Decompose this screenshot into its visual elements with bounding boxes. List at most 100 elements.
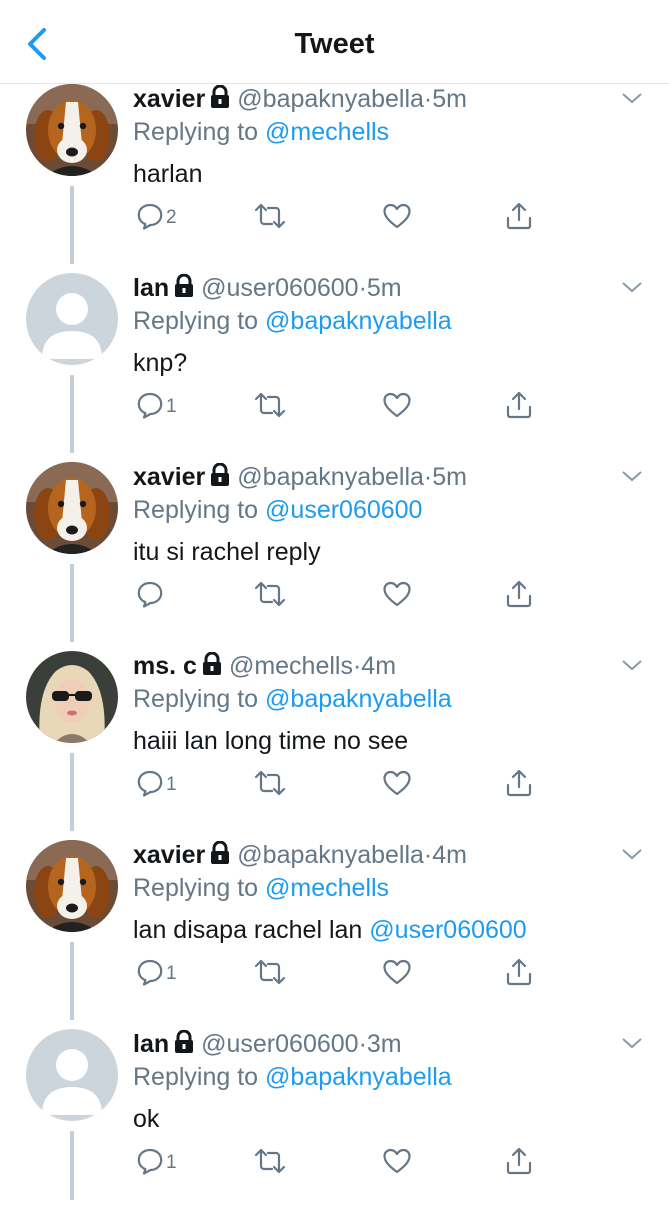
- heart-icon: [382, 1147, 412, 1180]
- tweet-header: xavier @bapaknyabella·5m: [133, 462, 467, 494]
- user-handle[interactable]: @mechells: [229, 652, 353, 680]
- tweet[interactable]: lan @user060600·5m Replying to @bapaknyab…: [0, 273, 669, 463]
- retweet-button[interactable]: [253, 580, 287, 612]
- tweet-text: harlan: [133, 159, 203, 189]
- tweet-text: haiii lan long time no see: [133, 726, 408, 756]
- user-handle[interactable]: @bapaknyabella: [237, 463, 424, 491]
- reply-icon: [136, 769, 164, 802]
- tweet[interactable]: ms. c @mechells·4m Replying to @bapaknyab…: [0, 651, 669, 841]
- replying-to-mention[interactable]: @mechells: [265, 874, 389, 902]
- chevron-down-icon[interactable]: [620, 468, 644, 484]
- display-name[interactable]: lan: [133, 1030, 169, 1058]
- heart-icon: [382, 202, 412, 235]
- display-name[interactable]: xavier: [133, 85, 205, 113]
- reply-button[interactable]: 1: [136, 391, 177, 423]
- share-button[interactable]: [505, 1147, 533, 1179]
- reply-button[interactable]: 1: [136, 958, 177, 990]
- timestamp[interactable]: 5m: [432, 85, 467, 113]
- page-title: Tweet: [294, 28, 375, 60]
- retweet-icon: [253, 391, 287, 424]
- replying-to-mention[interactable]: @bapaknyabella: [265, 685, 452, 713]
- timestamp[interactable]: 5m: [367, 274, 402, 302]
- share-icon: [505, 768, 533, 803]
- avatar[interactable]: [26, 273, 118, 365]
- avatar[interactable]: [26, 1029, 118, 1121]
- user-handle[interactable]: @bapaknyabella: [237, 85, 424, 113]
- tweet-text: itu si rachel reply: [133, 537, 321, 567]
- like-button[interactable]: [382, 580, 412, 612]
- share-button[interactable]: [505, 391, 533, 423]
- tweet[interactable]: lan @user060600·3m Replying to @bapaknyab…: [0, 1029, 669, 1219]
- replying-to-mention[interactable]: @bapaknyabella: [265, 307, 452, 335]
- like-button[interactable]: [382, 391, 412, 423]
- display-name[interactable]: lan: [133, 274, 169, 302]
- chevron-down-icon[interactable]: [620, 1035, 644, 1051]
- share-button[interactable]: [505, 769, 533, 801]
- user-handle[interactable]: @user060600: [201, 1030, 358, 1058]
- user-handle[interactable]: @user060600: [201, 274, 358, 302]
- lock-icon: [201, 651, 223, 683]
- share-button[interactable]: [505, 580, 533, 612]
- reply-count: 1: [166, 396, 177, 417]
- reply-button[interactable]: 1: [136, 769, 177, 801]
- separator-dot: ·: [423, 841, 433, 869]
- replying-to-line: Replying to @mechells: [133, 117, 389, 147]
- retweet-button[interactable]: [253, 1147, 287, 1179]
- avatar[interactable]: [26, 462, 118, 554]
- reply-button[interactable]: [136, 580, 166, 612]
- avatar[interactable]: [26, 84, 118, 176]
- display-name[interactable]: ms. c: [133, 652, 197, 680]
- display-name[interactable]: xavier: [133, 841, 205, 869]
- retweet-button[interactable]: [253, 958, 287, 990]
- retweet-button[interactable]: [253, 391, 287, 423]
- replying-to-mention[interactable]: @user060600: [265, 496, 422, 524]
- chevron-down-icon[interactable]: [620, 846, 644, 862]
- reply-icon: [136, 202, 164, 235]
- tweet-text-content: knp?: [133, 349, 188, 377]
- tweet[interactable]: xavier @bapaknyabella·4m Replying to @mec…: [0, 840, 669, 1030]
- replying-to-mention[interactable]: @bapaknyabella: [265, 1063, 452, 1091]
- user-handle[interactable]: @bapaknyabella: [237, 841, 424, 869]
- display-name[interactable]: xavier: [133, 463, 205, 491]
- replying-to-line: Replying to @bapaknyabella: [133, 1062, 452, 1092]
- chevron-down-icon[interactable]: [620, 657, 644, 673]
- like-button[interactable]: [382, 958, 412, 990]
- reply-count: 2: [166, 207, 177, 228]
- replying-to-mention[interactable]: @mechells: [265, 118, 389, 146]
- timestamp[interactable]: 5m: [432, 463, 467, 491]
- reply-button[interactable]: 1: [136, 1147, 177, 1179]
- tweet-header: lan @user060600·3m: [133, 1029, 402, 1061]
- like-button[interactable]: [382, 1147, 412, 1179]
- tweet-header: ms. c @mechells·4m: [133, 651, 396, 683]
- avatar[interactable]: [26, 840, 118, 932]
- replying-to-line: Replying to @bapaknyabella: [133, 306, 452, 336]
- avatar[interactable]: [26, 651, 118, 743]
- retweet-icon: [253, 769, 287, 802]
- heart-icon: [382, 580, 412, 613]
- retweet-button[interactable]: [253, 769, 287, 801]
- heart-icon: [382, 391, 412, 424]
- chevron-down-icon[interactable]: [620, 90, 644, 106]
- reply-button[interactable]: 2: [136, 202, 177, 234]
- tweet[interactable]: xavier @bapaknyabella·5m Replying to @use…: [0, 462, 669, 652]
- tweet-text-content: haiii lan long time no see: [133, 727, 409, 755]
- timestamp[interactable]: 4m: [432, 841, 467, 869]
- replying-to-label: Replying to: [133, 685, 266, 713]
- share-button[interactable]: [505, 202, 533, 234]
- tweet-text-content: itu si rachel reply: [133, 538, 321, 566]
- timestamp[interactable]: 3m: [367, 1030, 402, 1058]
- tweet-header: lan @user060600·5m: [133, 273, 402, 305]
- tweet-mention[interactable]: @user060600: [369, 916, 526, 944]
- retweet-icon: [253, 580, 287, 613]
- tweet[interactable]: xavier @bapaknyabella·5m Replying to @mec…: [0, 84, 669, 274]
- separator-dot: ·: [358, 1030, 367, 1058]
- retweet-button[interactable]: [253, 202, 287, 234]
- like-button[interactable]: [382, 202, 412, 234]
- share-button[interactable]: [505, 958, 533, 990]
- tweet-text-content: harlan: [133, 160, 203, 188]
- share-icon: [505, 957, 533, 992]
- like-button[interactable]: [382, 769, 412, 801]
- timestamp[interactable]: 4m: [361, 652, 396, 680]
- chevron-down-icon[interactable]: [620, 279, 644, 295]
- replying-to-line: Replying to @user060600: [133, 495, 422, 525]
